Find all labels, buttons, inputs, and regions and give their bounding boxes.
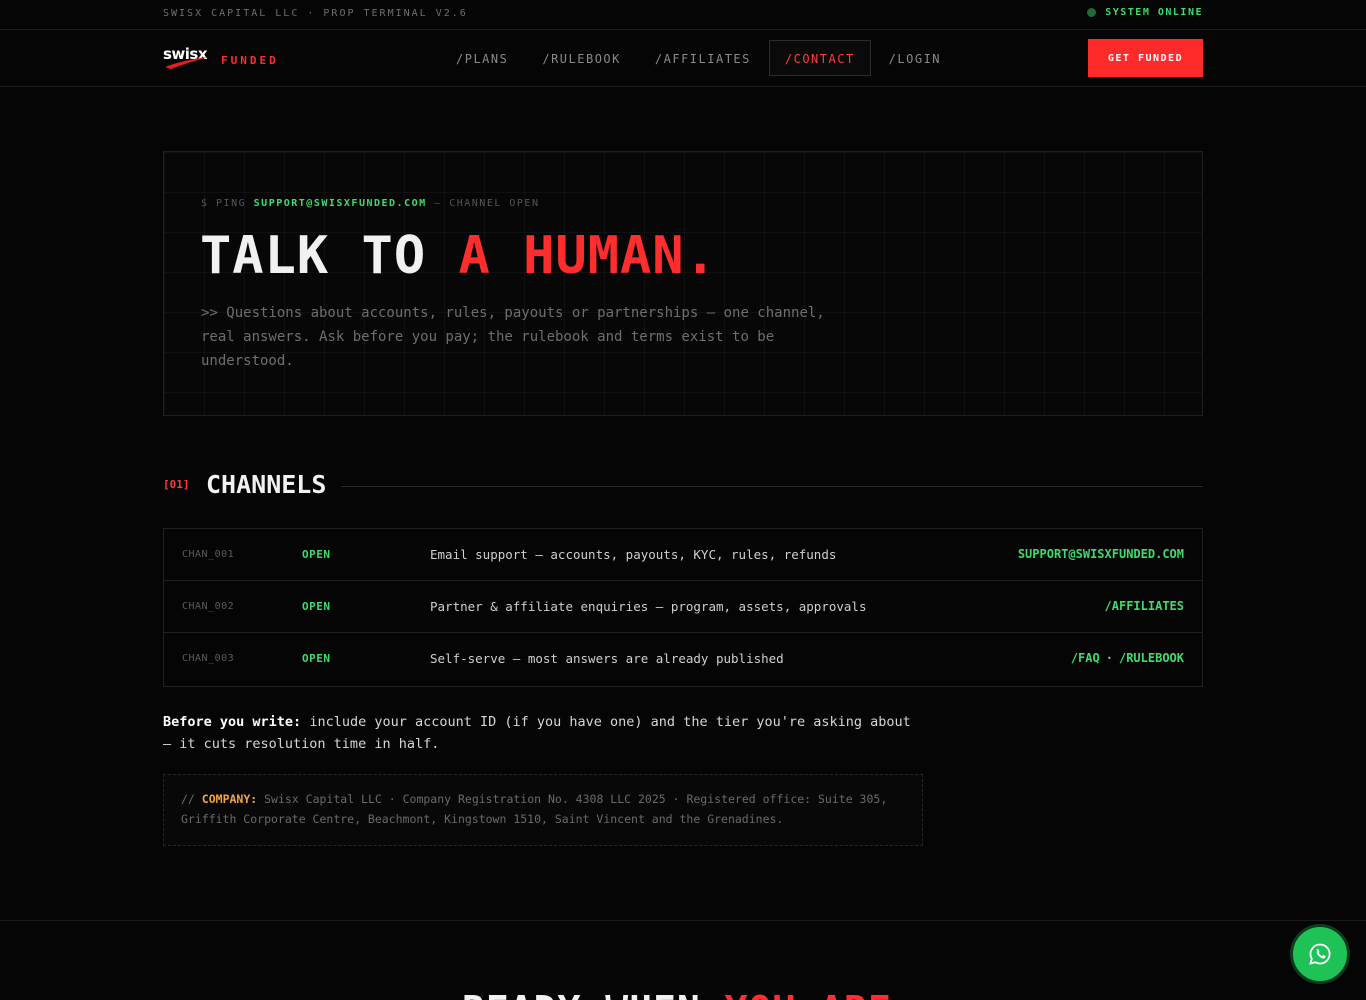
channel-affiliates-link[interactable]: /AFFILIATES — [1105, 599, 1184, 613]
main-nav: swisx FUNDED /PLANS /RULEBOOK /AFFILIATE… — [0, 30, 1366, 87]
nav-link-rulebook[interactable]: /RULEBOOK — [526, 40, 637, 76]
rulebook-link[interactable]: /RULEBOOK — [1119, 651, 1184, 665]
company-text: Swisx Capital LLC · Company Registration… — [181, 792, 888, 826]
channel-id: CHAN_003 — [182, 653, 235, 664]
status-dot-icon — [1087, 8, 1097, 17]
whatsapp-icon — [1309, 943, 1331, 965]
before-you-write-note: Before you write: include your account I… — [163, 711, 923, 755]
page-title: TALK TO A HUMAN. — [200, 226, 717, 286]
nav-link-contact[interactable]: /CONTACT — [768, 40, 871, 76]
logo[interactable]: swisx FUNDED — [163, 43, 279, 73]
ping-email-link[interactable]: SUPPORT@SWISXFUNDED.COM — [254, 198, 427, 209]
channel-status: OPEN — [302, 600, 331, 613]
system-status: SYSTEM ONLINE — [1087, 7, 1203, 18]
channel-selfserve-links: /FAQ · /RULEBOOK — [1071, 651, 1184, 665]
title-red: A HUMAN. — [458, 226, 717, 286]
get-funded-button[interactable]: GET FUNDED — [1088, 39, 1203, 77]
nav-link-login[interactable]: /LOGIN — [873, 40, 957, 76]
channels-header: [01] CHANNELS — [163, 468, 1203, 504]
whatsapp-button[interactable] — [1290, 924, 1350, 984]
logo-subtitle: FUNDED — [221, 53, 279, 67]
company-tag: SWISX CAPITAL LLC · PROP TERMINAL V2.6 — [163, 8, 468, 19]
top-status-bar: SWISX CAPITAL LLC · PROP TERMINAL V2.6 S… — [0, 0, 1366, 30]
logo-mark: swisx — [163, 43, 211, 73]
comment-prefix: // — [181, 792, 195, 806]
nav-menu: /PLANS /RULEBOOK /AFFILIATES /CONTACT /L… — [440, 40, 959, 76]
hero-lede: >> Questions about accounts, rules, payo… — [201, 305, 825, 369]
table-row: CHAN_001 OPEN Email support — accounts, … — [164, 529, 1202, 581]
section-divider-bottom — [0, 920, 1366, 921]
nav-link-affiliates[interactable]: /AFFILIATES — [639, 40, 767, 76]
channel-id: CHAN_001 — [182, 549, 235, 560]
ping-prefix: $ PING — [201, 198, 247, 209]
page: SWISX CAPITAL LLC · PROP TERMINAL V2.6 S… — [0, 0, 1366, 1000]
company-label: COMPANY: — [201, 792, 258, 806]
company-info-box: // COMPANY: Swisx Capital LLC · Company … — [163, 774, 923, 846]
table-row: CHAN_003 OPEN Self-serve — most answers … — [164, 633, 1202, 686]
channel-description: Partner & affiliate enquiries — program,… — [430, 599, 867, 614]
channel-description: Self-serve — most answers are already pu… — [430, 651, 784, 666]
ready-heading: READY WHEN YOU ARE — [462, 988, 892, 1000]
system-status-label: SYSTEM ONLINE — [1105, 7, 1203, 18]
channel-status: OPEN — [302, 652, 331, 665]
ping-suffix: — CHANNEL OPEN — [434, 198, 540, 209]
channel-email-link[interactable]: SUPPORT@SWISXFUNDED.COM — [1018, 547, 1184, 561]
section-number: [01] — [163, 478, 190, 491]
channel-id: CHAN_002 — [182, 601, 235, 612]
faq-link[interactable]: /FAQ — [1071, 651, 1100, 665]
channel-status: OPEN — [302, 548, 331, 561]
hero-panel: $ PING SUPPORT@SWISXFUNDED.COM — CHANNEL… — [163, 151, 1203, 416]
channel-description: Email support — accounts, payouts, KYC, … — [430, 547, 837, 562]
ping-line: $ PING SUPPORT@SWISXFUNDED.COM — CHANNEL… — [201, 198, 539, 209]
link-separator: · — [1105, 651, 1113, 665]
ready-red: YOU ARE — [725, 988, 892, 1000]
section-title: CHANNELS — [206, 470, 327, 499]
table-row: CHAN_002 OPEN Partner & affiliate enquir… — [164, 581, 1202, 633]
nav-link-plans[interactable]: /PLANS — [440, 40, 524, 76]
section-divider — [341, 486, 1203, 487]
note-lead: Before you write: — [163, 714, 302, 730]
ready-white: READY WHEN — [462, 988, 701, 1000]
title-white: TALK TO — [200, 226, 427, 286]
channels-table: CHAN_001 OPEN Email support — accounts, … — [163, 528, 1203, 687]
logo-swoosh-icon — [165, 57, 209, 69]
